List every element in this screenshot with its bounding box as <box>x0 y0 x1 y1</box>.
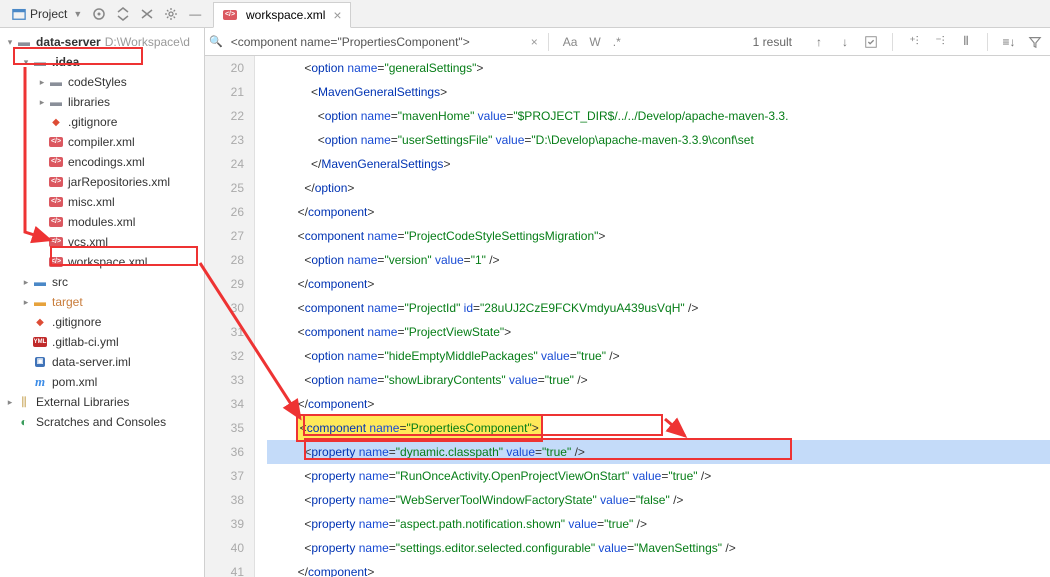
prev-match-icon[interactable]: ↑ <box>808 31 830 53</box>
tree-item[interactable]: ▸▬src <box>0 272 204 292</box>
tree-item[interactable]: mpom.xml <box>0 372 204 392</box>
close-icon[interactable]: × <box>333 7 341 23</box>
tree-item[interactable]: </>encodings.xml <box>0 152 204 172</box>
tree-item[interactable]: </>compiler.xml <box>0 132 204 152</box>
tree-root[interactable]: ▾▬data-serverD:\Workspace\d <box>0 32 204 52</box>
tree-scratches[interactable]: ◐Scratches and Consoles <box>0 412 204 432</box>
tab-label: workspace.xml <box>246 8 325 22</box>
toggle-filter-icon[interactable]: ≡↓ <box>998 31 1020 53</box>
project-selector[interactable]: Project ▼ <box>8 7 86 21</box>
project-tree[interactable]: ▾▬data-serverD:\Workspace\d ▾▬.idea ▸▬co… <box>0 28 205 577</box>
expand-all-icon[interactable] <box>112 3 134 25</box>
tree-item[interactable]: ▸▬libraries <box>0 92 204 112</box>
settings-icon[interactable] <box>160 3 182 25</box>
collapse-all-icon[interactable] <box>136 3 158 25</box>
tree-item[interactable]: ◆.gitignore <box>0 312 204 332</box>
hide-icon[interactable]: — <box>184 3 206 25</box>
tree-item[interactable]: ◆.gitignore <box>0 112 204 132</box>
project-label-text: Project <box>30 7 67 21</box>
regex-toggle[interactable]: .* <box>609 33 625 51</box>
find-input[interactable] <box>227 33 527 51</box>
select-opened-file-icon[interactable] <box>88 3 110 25</box>
tab-workspace-xml[interactable]: </> workspace.xml × <box>213 2 351 28</box>
filter-icon[interactable] <box>1024 31 1046 53</box>
remove-selection-icon[interactable]: ⁻⫶ <box>929 31 951 53</box>
tree-item[interactable]: ▸▬target <box>0 292 204 312</box>
tree-workspace-xml[interactable]: </>workspace.xml <box>0 252 204 272</box>
tree-item[interactable]: </>vcs.xml <box>0 232 204 252</box>
tree-item[interactable]: </>jarRepositories.xml <box>0 172 204 192</box>
next-match-icon[interactable]: ↓ <box>834 31 856 53</box>
find-bar: 🔍 × Aa W .* 1 result ↑ ↓ ⁺⫶ ⁻⫶ ⫴ ≡↓ <box>205 28 1050 56</box>
tree-external-libs[interactable]: ▸⫼External Libraries <box>0 392 204 412</box>
tree-item[interactable]: YML.gitlab-ci.yml <box>0 332 204 352</box>
tree-item[interactable]: </>misc.xml <box>0 192 204 212</box>
tree-item[interactable]: ▸▬codeStyles <box>0 72 204 92</box>
result-count: 1 result <box>753 35 792 49</box>
add-selection-icon[interactable]: ⁺⫶ <box>903 31 925 53</box>
select-occurrences-icon[interactable]: ⫴ <box>955 31 977 53</box>
chevron-down-icon: ▼ <box>73 9 82 19</box>
clear-search-icon[interactable]: × <box>531 35 538 49</box>
whole-word-toggle[interactable]: W <box>585 33 604 51</box>
code-editor[interactable]: 2021222324252627282930313233343536373839… <box>205 56 1050 577</box>
select-all-icon[interactable] <box>860 31 882 53</box>
tree-item[interactable]: ▣data-server.iml <box>0 352 204 372</box>
line-gutter: 2021222324252627282930313233343536373839… <box>205 56 255 577</box>
editor-area: </> workspace.xml × 🔍 × Aa W .* 1 result… <box>205 28 1050 577</box>
project-icon <box>12 7 26 21</box>
match-case-toggle[interactable]: Aa <box>559 33 582 51</box>
tree-idea-folder[interactable]: ▾▬.idea <box>0 52 204 72</box>
search-icon: 🔍 <box>209 35 223 48</box>
tree-item[interactable]: </>modules.xml <box>0 212 204 232</box>
